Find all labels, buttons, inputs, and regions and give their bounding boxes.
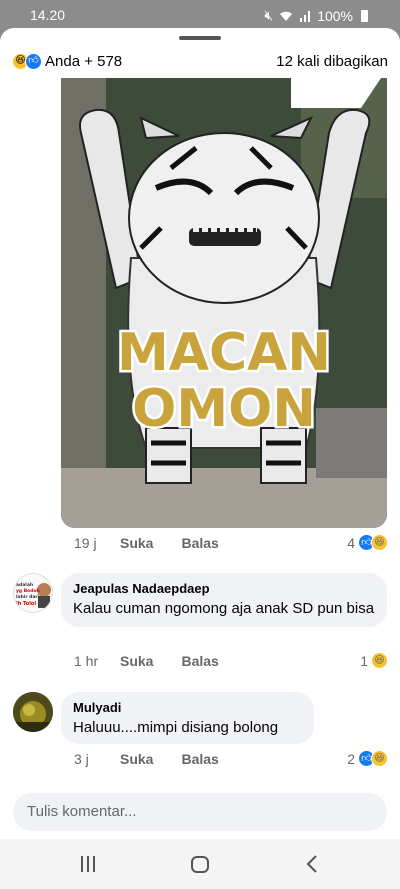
comment-reaction-count[interactable]: 2 👍︎ 😆︎ <box>347 750 388 767</box>
comment-reaction-number: 1 <box>360 652 368 669</box>
signal-icon <box>300 10 311 22</box>
svg-text:ih Tolol: ih Tolol <box>16 601 36 607</box>
status-icons: 🔇︎ 100% <box>264 7 368 24</box>
reactions-summary: 😆︎ 👍︎ Anda + 578 12 kali dibagikan <box>12 50 388 72</box>
haha-reaction-icon: 😆︎ <box>371 652 388 669</box>
haha-reaction-icon: 😆︎ <box>371 750 388 767</box>
meme-image[interactable]: MACAN OMON <box>61 78 387 528</box>
comment-time: 3 j <box>74 750 89 767</box>
shares-count[interactable]: 12 kali dibagikan <box>276 53 388 70</box>
status-time: 14.20 <box>30 7 66 23</box>
comments-sheet: 😆︎ 👍︎ Anda + 578 12 kali dibagikan MACAN… <box>0 28 400 889</box>
status-bar: 14.20 🔇︎ 100% <box>0 0 400 30</box>
post-actions: 19 j Suka Balas 4 👍︎ 😆︎ <box>74 534 388 551</box>
home-icon[interactable] <box>190 853 210 875</box>
comment-reaction-count[interactable]: 1 😆︎ <box>360 652 388 669</box>
avatar[interactable] <box>13 692 53 732</box>
comment-actions: 3 j Suka Balas 2 👍︎ 😆︎ <box>74 750 388 767</box>
svg-text:adalah: adalah <box>16 582 33 588</box>
comment-time: 1 hr <box>74 652 99 669</box>
comment-like-button[interactable]: Suka <box>120 653 153 669</box>
post-time: 19 j <box>74 534 97 551</box>
avatar-image <box>13 692 53 732</box>
comment-bubble[interactable]: Mulyadi Haluuu....mimpi disiang bolong <box>61 692 314 744</box>
recents-icon[interactable] <box>79 853 97 875</box>
reactors-label: Anda + 578 <box>45 52 123 70</box>
avatar[interactable]: adalah yg Bodoh lahir dari ih Tolol <box>13 573 53 613</box>
comment-actions: 1 hr Suka Balas 1 😆︎ <box>74 652 388 669</box>
comment-author[interactable]: Mulyadi <box>73 700 302 715</box>
battery-percent: 100% <box>317 7 353 24</box>
post-reaction-number: 4 <box>347 534 355 551</box>
post-reaction-count[interactable]: 4 👍︎ 😆︎ <box>347 534 388 551</box>
comment-bubble[interactable]: Jeapulas Nadaepdaep Kalau cuman ngomong … <box>61 573 387 627</box>
wifi-icon <box>280 11 293 21</box>
svg-text:yg Bodoh: yg Bodoh <box>16 588 40 594</box>
post-reply-button[interactable]: Balas <box>181 535 218 551</box>
haha-reaction-icon: 😆︎ <box>371 534 388 551</box>
post-like-button[interactable]: Suka <box>120 535 153 551</box>
macan-statue-illustration: MACAN OMON <box>61 78 387 528</box>
reaction-icons: 😆︎ 👍︎ <box>12 52 42 70</box>
comment-input[interactable]: Tulis komentar... <box>13 793 387 831</box>
meme-caption-line1: MACAN <box>117 323 331 383</box>
comment-author[interactable]: Jeapulas Nadaepdaep <box>73 581 375 596</box>
comment-like-button[interactable]: Suka <box>120 751 153 767</box>
battery-icon <box>361 9 368 22</box>
drag-handle[interactable] <box>179 36 221 40</box>
like-reaction-icon: 👍︎ <box>25 52 42 70</box>
comment-reply-button[interactable]: Balas <box>181 653 218 669</box>
meme-caption-line2: OMON <box>132 379 316 439</box>
comment-text: Haluuu....mimpi disiang bolong <box>73 719 279 736</box>
comment-reply-button[interactable]: Balas <box>181 751 218 767</box>
avatar-image: adalah yg Bodoh lahir dari ih Tolol <box>14 574 52 612</box>
comment-reaction-number: 2 <box>347 750 355 767</box>
svg-text:lahir dari: lahir dari <box>16 594 40 600</box>
comment-text: Kalau cuman ngomong aja anak SD pun bisa <box>73 600 375 617</box>
system-nav-bar <box>0 839 400 889</box>
mute-icon: 🔇︎ <box>264 7 274 23</box>
back-icon[interactable] <box>304 853 320 875</box>
reactors-button[interactable]: 😆︎ 👍︎ Anda + 578 <box>12 52 123 70</box>
comment-input-placeholder: Tulis komentar... <box>27 803 137 820</box>
